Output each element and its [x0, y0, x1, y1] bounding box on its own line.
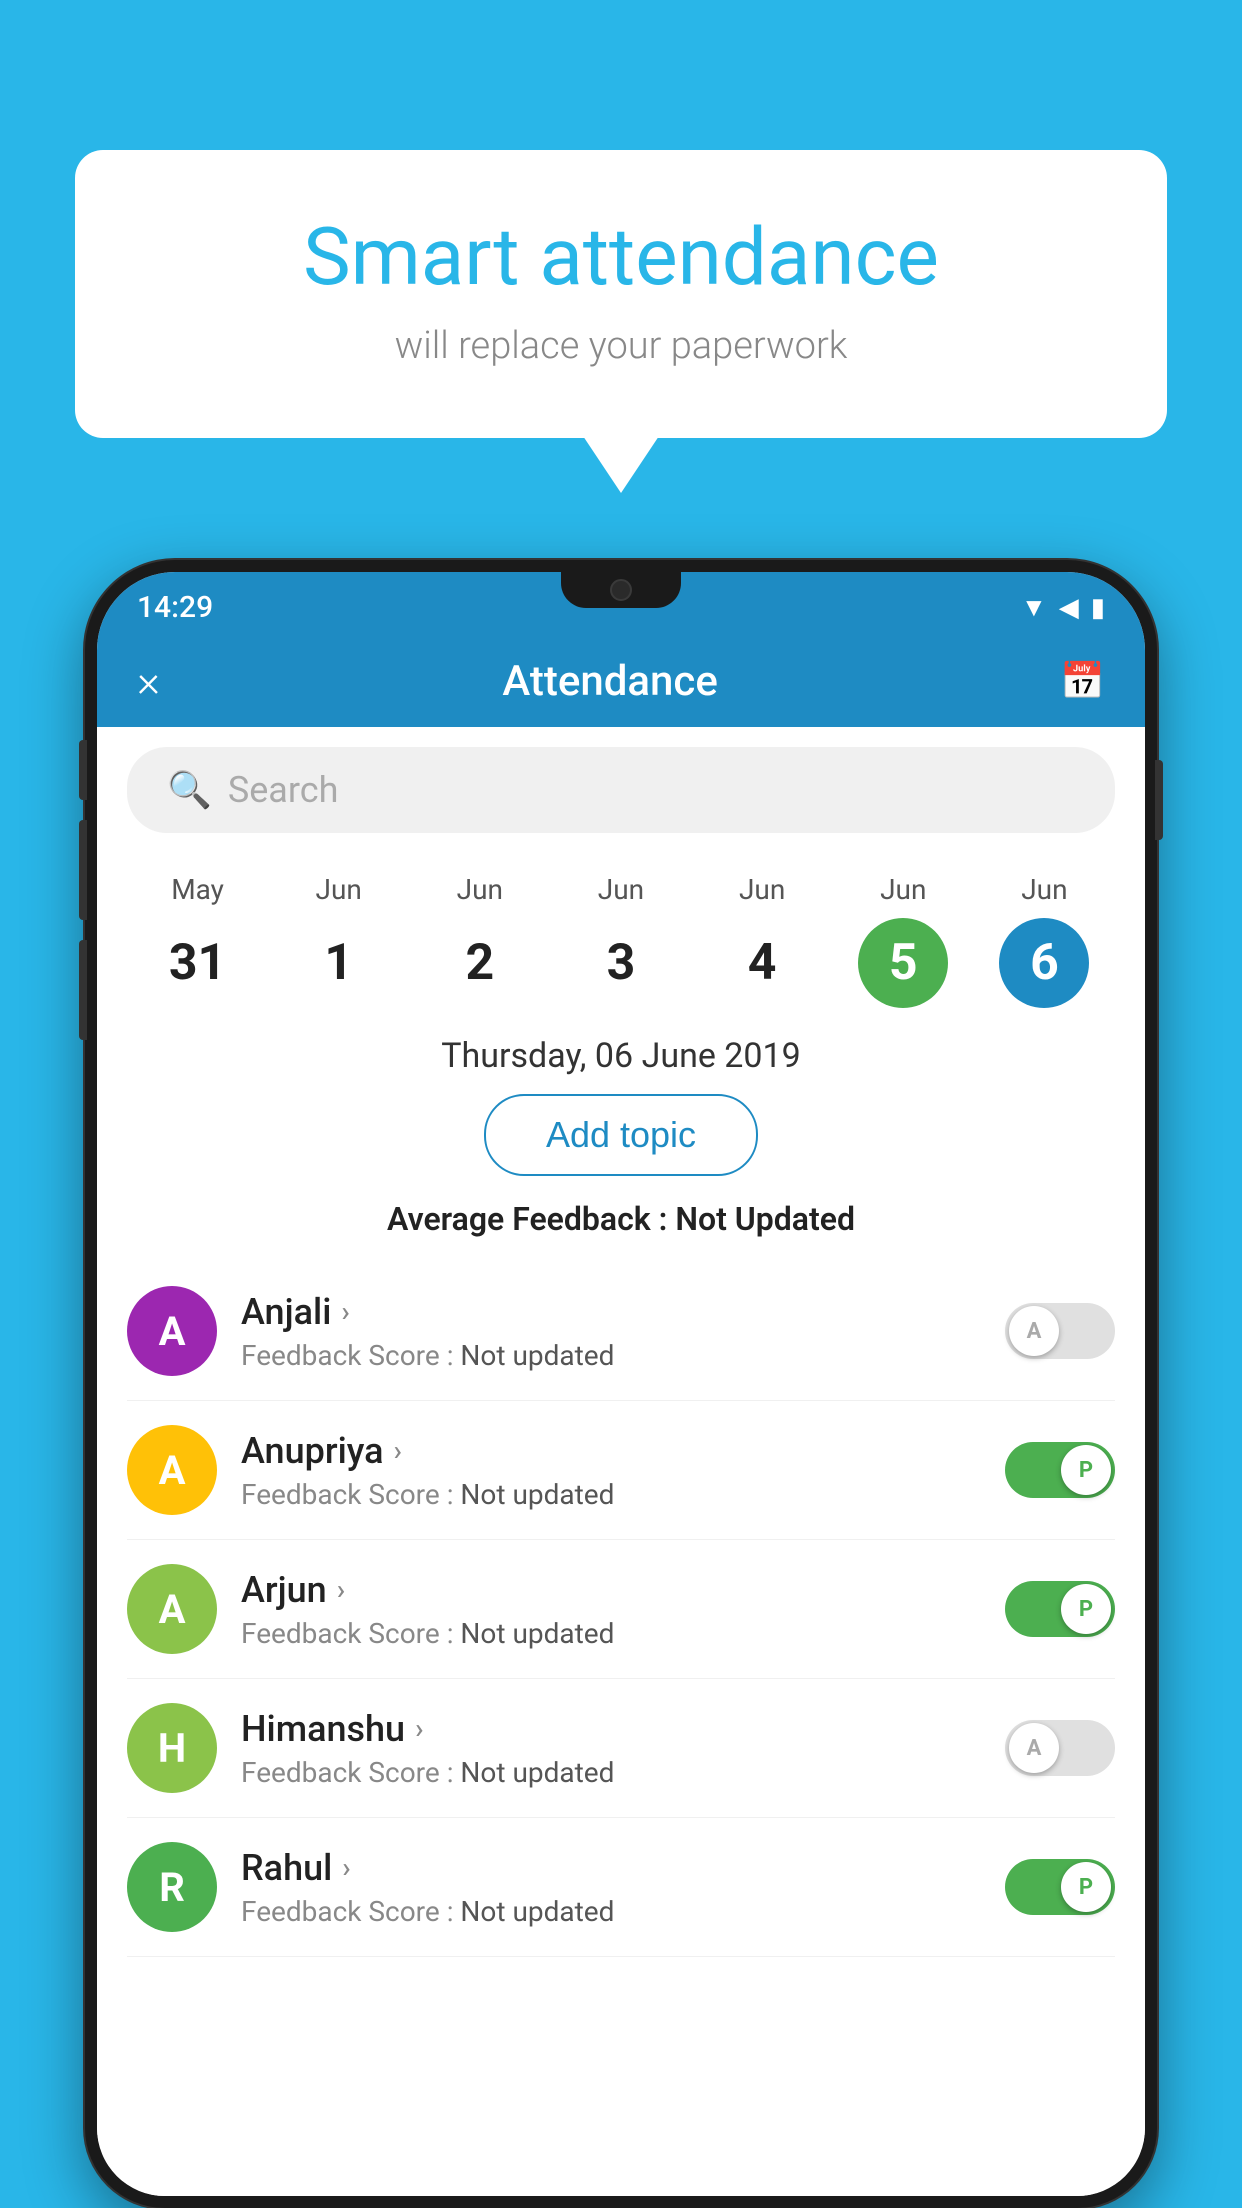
cal-date-number: 2 — [435, 918, 525, 1008]
volume-up-button — [79, 740, 87, 800]
student-feedback: Feedback Score : Not updated — [241, 1339, 1005, 1372]
avg-feedback-value: Not Updated — [675, 1200, 855, 1238]
cal-month-label: Jun — [880, 873, 926, 906]
calendar-day-5[interactable]: Jun 5 — [858, 873, 948, 1008]
student-name[interactable]: Anupriya › — [241, 1430, 1005, 1472]
student-info: Himanshu › Feedback Score : Not updated — [241, 1708, 1005, 1789]
calendar-day-4[interactable]: Jun 4 — [717, 873, 807, 1008]
volume-down-button — [79, 820, 87, 920]
student-list: AAnjali ›Feedback Score : Not updatedAAA… — [97, 1262, 1145, 1957]
search-input[interactable]: Search — [228, 769, 339, 811]
silent-button — [79, 940, 87, 1040]
student-info: Anjali › Feedback Score : Not updated — [241, 1291, 1005, 1372]
calendar-day-2[interactable]: Jun 2 — [435, 873, 525, 1008]
student-avatar: A — [127, 1425, 217, 1515]
cal-month-label: Jun — [316, 873, 362, 906]
attendance-toggle-wrap: A — [1005, 1720, 1115, 1776]
status-time: 14:29 — [137, 590, 213, 625]
student-feedback: Feedback Score : Not updated — [241, 1895, 1005, 1928]
chevron-right-icon: › — [337, 1573, 345, 1606]
attendance-toggle-wrap: P — [1005, 1442, 1115, 1498]
chevron-right-icon: › — [342, 1851, 350, 1884]
speech-bubble: Smart attendance will replace your paper… — [75, 150, 1167, 438]
cal-month-label: Jun — [1021, 873, 1067, 906]
toggle-knob: P — [1061, 1584, 1111, 1634]
student-info: Rahul › Feedback Score : Not updated — [241, 1847, 1005, 1928]
calendar-day-1[interactable]: Jun 1 — [294, 873, 384, 1008]
calendar-day-6[interactable]: Jun 6 — [999, 873, 1089, 1008]
attendance-toggle-wrap: A — [1005, 1303, 1115, 1359]
cal-date-number: 4 — [717, 918, 807, 1008]
search-bar[interactable]: 🔍 Search — [127, 747, 1115, 833]
close-button[interactable]: × — [137, 655, 160, 707]
cal-month-label: Jun — [457, 873, 503, 906]
camera — [610, 579, 632, 601]
notch — [561, 572, 681, 608]
student-name[interactable]: Arjun › — [241, 1569, 1005, 1611]
student-name[interactable]: Anjali › — [241, 1291, 1005, 1333]
add-topic-button[interactable]: Add topic — [484, 1094, 758, 1176]
student-avatar: R — [127, 1842, 217, 1932]
attendance-toggle-wrap: P — [1005, 1581, 1115, 1637]
student-item: AAnjali ›Feedback Score : Not updatedA — [127, 1262, 1115, 1401]
battery-icon: ▮ — [1091, 593, 1105, 623]
bubble-subtitle: will replace your paperwork — [155, 324, 1087, 368]
wifi-icon: ▼ — [1021, 592, 1047, 623]
attendance-toggle-wrap: P — [1005, 1859, 1115, 1915]
attendance-toggle[interactable]: A — [1005, 1303, 1115, 1359]
toggle-knob: P — [1061, 1445, 1111, 1495]
student-feedback: Feedback Score : Not updated — [241, 1617, 1005, 1650]
signal-icon: ◀ — [1059, 593, 1079, 623]
student-item: A Arjun › Feedback Score : Not updated P — [127, 1540, 1115, 1679]
chevron-right-icon: › — [415, 1712, 423, 1745]
attendance-toggle[interactable]: P — [1005, 1859, 1115, 1915]
power-button — [1155, 760, 1163, 840]
student-feedback: Feedback Score : Not updated — [241, 1756, 1005, 1789]
app-bar-title: Attendance — [502, 657, 717, 706]
cal-month-label: Jun — [598, 873, 644, 906]
student-info: Anupriya › Feedback Score : Not updated — [241, 1430, 1005, 1511]
student-avatar: A — [127, 1564, 217, 1654]
cal-date-number: 1 — [294, 918, 384, 1008]
cal-date-number: 31 — [153, 918, 243, 1008]
attendance-toggle[interactable]: P — [1005, 1581, 1115, 1637]
cal-date-number: 3 — [576, 918, 666, 1008]
calendar-strip: May 31 Jun 1 Jun 2 Jun 3 Jun 4 Jun 5 Jun 6 — [97, 853, 1145, 1008]
selected-date: Thursday, 06 June 2019 — [97, 1008, 1145, 1094]
calendar-day-31[interactable]: May 31 — [153, 873, 243, 1008]
avg-feedback-label: Average Feedback : — [387, 1200, 675, 1238]
avg-feedback: Average Feedback : Not Updated — [97, 1200, 1145, 1262]
phone-screen: 14:29 ▼ ◀ ▮ × Attendance 📅 🔍 Search May 3… — [97, 572, 1145, 2196]
student-feedback: Feedback Score : Not updated — [241, 1478, 1005, 1511]
cal-date-number: 5 — [858, 918, 948, 1008]
student-avatar: A — [127, 1286, 217, 1376]
cal-date-number: 6 — [999, 918, 1089, 1008]
attendance-toggle[interactable]: A — [1005, 1720, 1115, 1776]
student-name[interactable]: Himanshu › — [241, 1708, 1005, 1750]
cal-month-label: May — [171, 873, 224, 906]
student-item: H Himanshu › Feedback Score : Not updatedA — [127, 1679, 1115, 1818]
status-icons: ▼ ◀ ▮ — [1021, 592, 1105, 623]
calendar-icon[interactable]: 📅 — [1060, 660, 1105, 702]
student-name[interactable]: Rahul › — [241, 1847, 1005, 1889]
attendance-toggle[interactable]: P — [1005, 1442, 1115, 1498]
calendar-day-3[interactable]: Jun 3 — [576, 873, 666, 1008]
phone-frame: 14:29 ▼ ◀ ▮ × Attendance 📅 🔍 Search May 3… — [85, 560, 1157, 2208]
chevron-right-icon: › — [341, 1295, 349, 1328]
content-area: 🔍 Search May 31 Jun 1 Jun 2 Jun 3 Jun 4 Jun 5 Jun 6 T… — [97, 727, 1145, 2196]
student-item: A Anupriya › Feedback Score : Not updated P — [127, 1401, 1115, 1540]
search-icon: 🔍 — [167, 769, 212, 811]
chevron-right-icon: › — [394, 1434, 402, 1467]
cal-month-label: Jun — [739, 873, 785, 906]
bubble-title: Smart attendance — [155, 210, 1087, 304]
toggle-knob: A — [1009, 1723, 1059, 1773]
toggle-knob: A — [1009, 1306, 1059, 1356]
student-avatar: H — [127, 1703, 217, 1793]
student-item: R Rahul › Feedback Score : Not updated P — [127, 1818, 1115, 1957]
student-info: Arjun › Feedback Score : Not updated — [241, 1569, 1005, 1650]
app-bar: × Attendance 📅 — [97, 635, 1145, 727]
toggle-knob: P — [1061, 1862, 1111, 1912]
